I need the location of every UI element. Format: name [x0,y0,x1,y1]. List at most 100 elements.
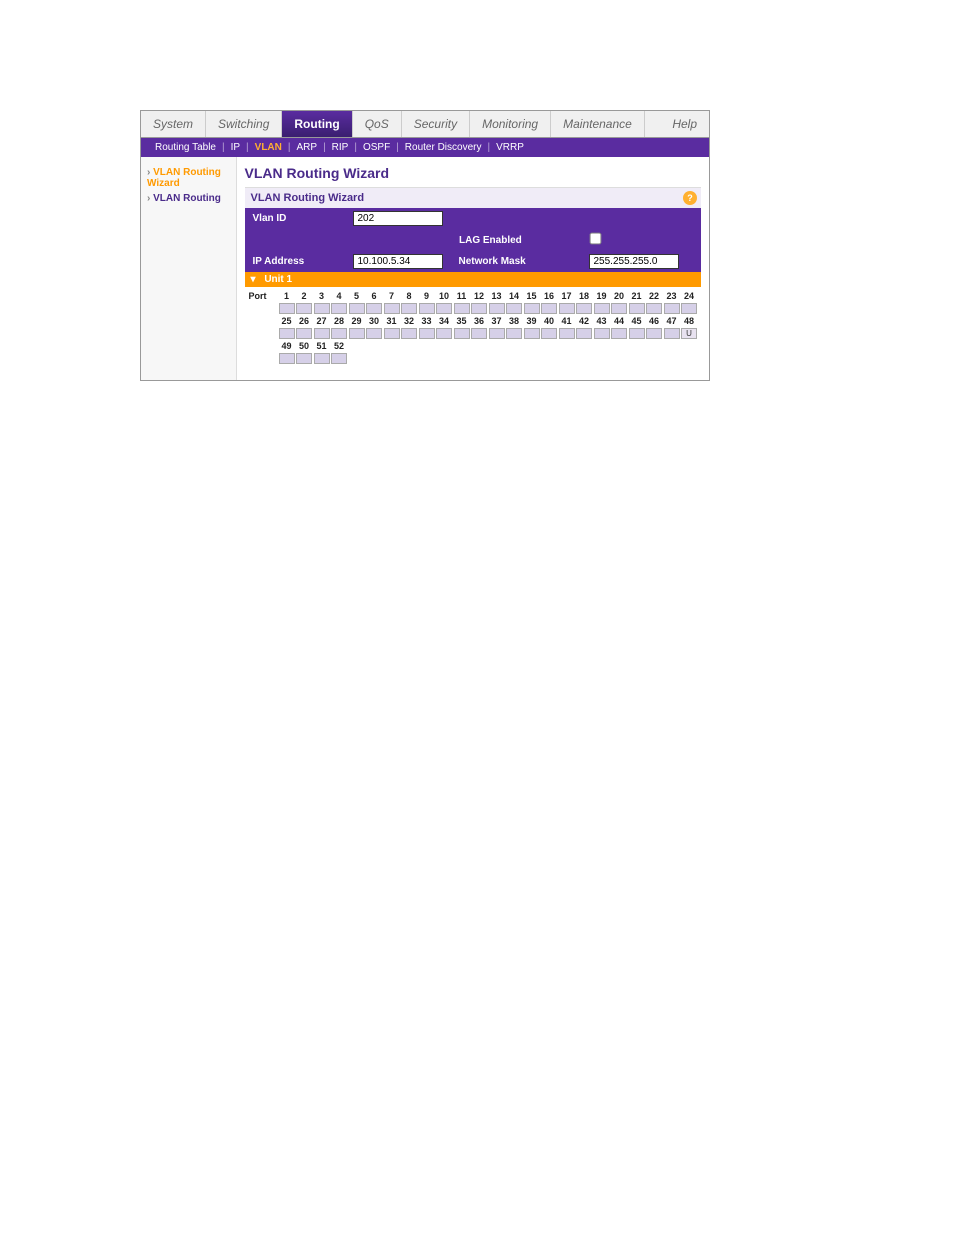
port-box-10[interactable] [436,303,452,314]
unit-caret-icon: ▾ [251,274,256,285]
network-mask-input[interactable] [589,254,679,269]
port-number: 10 [436,291,452,301]
port-box-31[interactable] [384,328,400,339]
port-box-5[interactable] [349,303,365,314]
port-box-25[interactable] [279,328,295,339]
sidebar-item-vlan-routing[interactable]: VLAN Routing [145,191,232,206]
subnav-item-rip[interactable]: RIP [326,142,355,153]
port-box-36[interactable] [471,328,487,339]
help-icon[interactable]: ? [683,191,697,205]
port-number: 51 [314,341,330,351]
port-box-42[interactable] [576,328,592,339]
port-number: 42 [576,316,592,326]
port-number: 21 [629,291,645,301]
port-box-2[interactable] [296,303,312,314]
port-number: 41 [559,316,575,326]
port-number: 47 [664,316,680,326]
port-box-43[interactable] [594,328,610,339]
topnav-item-security[interactable]: Security [402,111,470,137]
row-vlan-id: Vlan ID [245,208,702,229]
port-box-18[interactable] [576,303,592,314]
port-row-label: Port [249,291,279,301]
port-number: 22 [646,291,662,301]
port-number: 36 [471,316,487,326]
port-number: 26 [296,316,312,326]
port-box-14[interactable] [506,303,522,314]
port-box-27[interactable] [314,328,330,339]
subnav-item-vrrp[interactable]: VRRP [490,142,530,153]
port-box-3[interactable] [314,303,330,314]
port-number: 39 [524,316,540,326]
topnav-item-system[interactable]: System [141,111,206,137]
port-box-7[interactable] [384,303,400,314]
port-box-49[interactable] [279,353,295,364]
port-box-33[interactable] [419,328,435,339]
port-number: 33 [419,316,435,326]
port-box-19[interactable] [594,303,610,314]
panel-title-text: VLAN Routing Wizard [251,192,365,204]
port-box-22[interactable] [646,303,662,314]
port-box-21[interactable] [629,303,645,314]
topnav-item-monitoring[interactable]: Monitoring [470,111,551,137]
topnav-help[interactable]: Help [660,111,709,137]
port-box-28[interactable] [331,328,347,339]
port-number: 40 [541,316,557,326]
port-box-4[interactable] [331,303,347,314]
port-number: 52 [331,341,347,351]
topnav-item-routing[interactable]: Routing [282,111,352,137]
port-number: 1 [279,291,295,301]
port-number: 34 [436,316,452,326]
port-number: 44 [611,316,627,326]
ip-address-input[interactable] [353,254,443,269]
port-box-41[interactable] [559,328,575,339]
port-box-40[interactable] [541,328,557,339]
port-box-46[interactable] [646,328,662,339]
vlan-id-input[interactable] [353,211,443,226]
port-box-38[interactable] [506,328,522,339]
port-box-30[interactable] [366,328,382,339]
port-box-13[interactable] [489,303,505,314]
port-box-32[interactable] [401,328,417,339]
port-box-12[interactable] [471,303,487,314]
subnav-item-arp[interactable]: ARP [291,142,324,153]
port-box-15[interactable] [524,303,540,314]
port-box-47[interactable] [664,328,680,339]
port-number: 50 [296,341,312,351]
topnav-item-switching[interactable]: Switching [206,111,282,137]
port-box-48[interactable]: U [681,328,697,339]
port-number: 3 [314,291,330,301]
port-box-11[interactable] [454,303,470,314]
port-number: 46 [646,316,662,326]
lag-enabled-checkbox[interactable] [590,233,602,245]
port-box-50[interactable] [296,353,312,364]
port-box-16[interactable] [541,303,557,314]
subnav-item-router-discovery[interactable]: Router Discovery [399,142,488,153]
sidebar-item-vlan-routing-wizard[interactable]: VLAN Routing Wizard [145,165,232,191]
subnav-item-routing-table[interactable]: Routing Table [149,142,222,153]
unit-bar[interactable]: ▾ Unit 1 [245,272,702,287]
port-box-35[interactable] [454,328,470,339]
port-box-37[interactable] [489,328,505,339]
port-box-51[interactable] [314,353,330,364]
port-box-34[interactable] [436,328,452,339]
topnav-item-qos[interactable]: QoS [353,111,402,137]
port-box-9[interactable] [419,303,435,314]
port-box-45[interactable] [629,328,645,339]
port-box-39[interactable] [524,328,540,339]
port-box-20[interactable] [611,303,627,314]
port-box-52[interactable] [331,353,347,364]
port-box-17[interactable] [559,303,575,314]
subnav-item-ip[interactable]: IP [225,142,246,153]
port-box-1[interactable] [279,303,295,314]
port-box-26[interactable] [296,328,312,339]
subnav-item-ospf[interactable]: OSPF [357,142,396,153]
port-box-8[interactable] [401,303,417,314]
port-box-24[interactable] [681,303,697,314]
port-box-44[interactable] [611,328,627,339]
topnav-item-maintenance[interactable]: Maintenance [551,111,645,137]
subnav-item-vlan[interactable]: VLAN [249,142,288,153]
port-number: 8 [401,291,417,301]
port-box-6[interactable] [366,303,382,314]
port-box-29[interactable] [349,328,365,339]
port-box-23[interactable] [664,303,680,314]
